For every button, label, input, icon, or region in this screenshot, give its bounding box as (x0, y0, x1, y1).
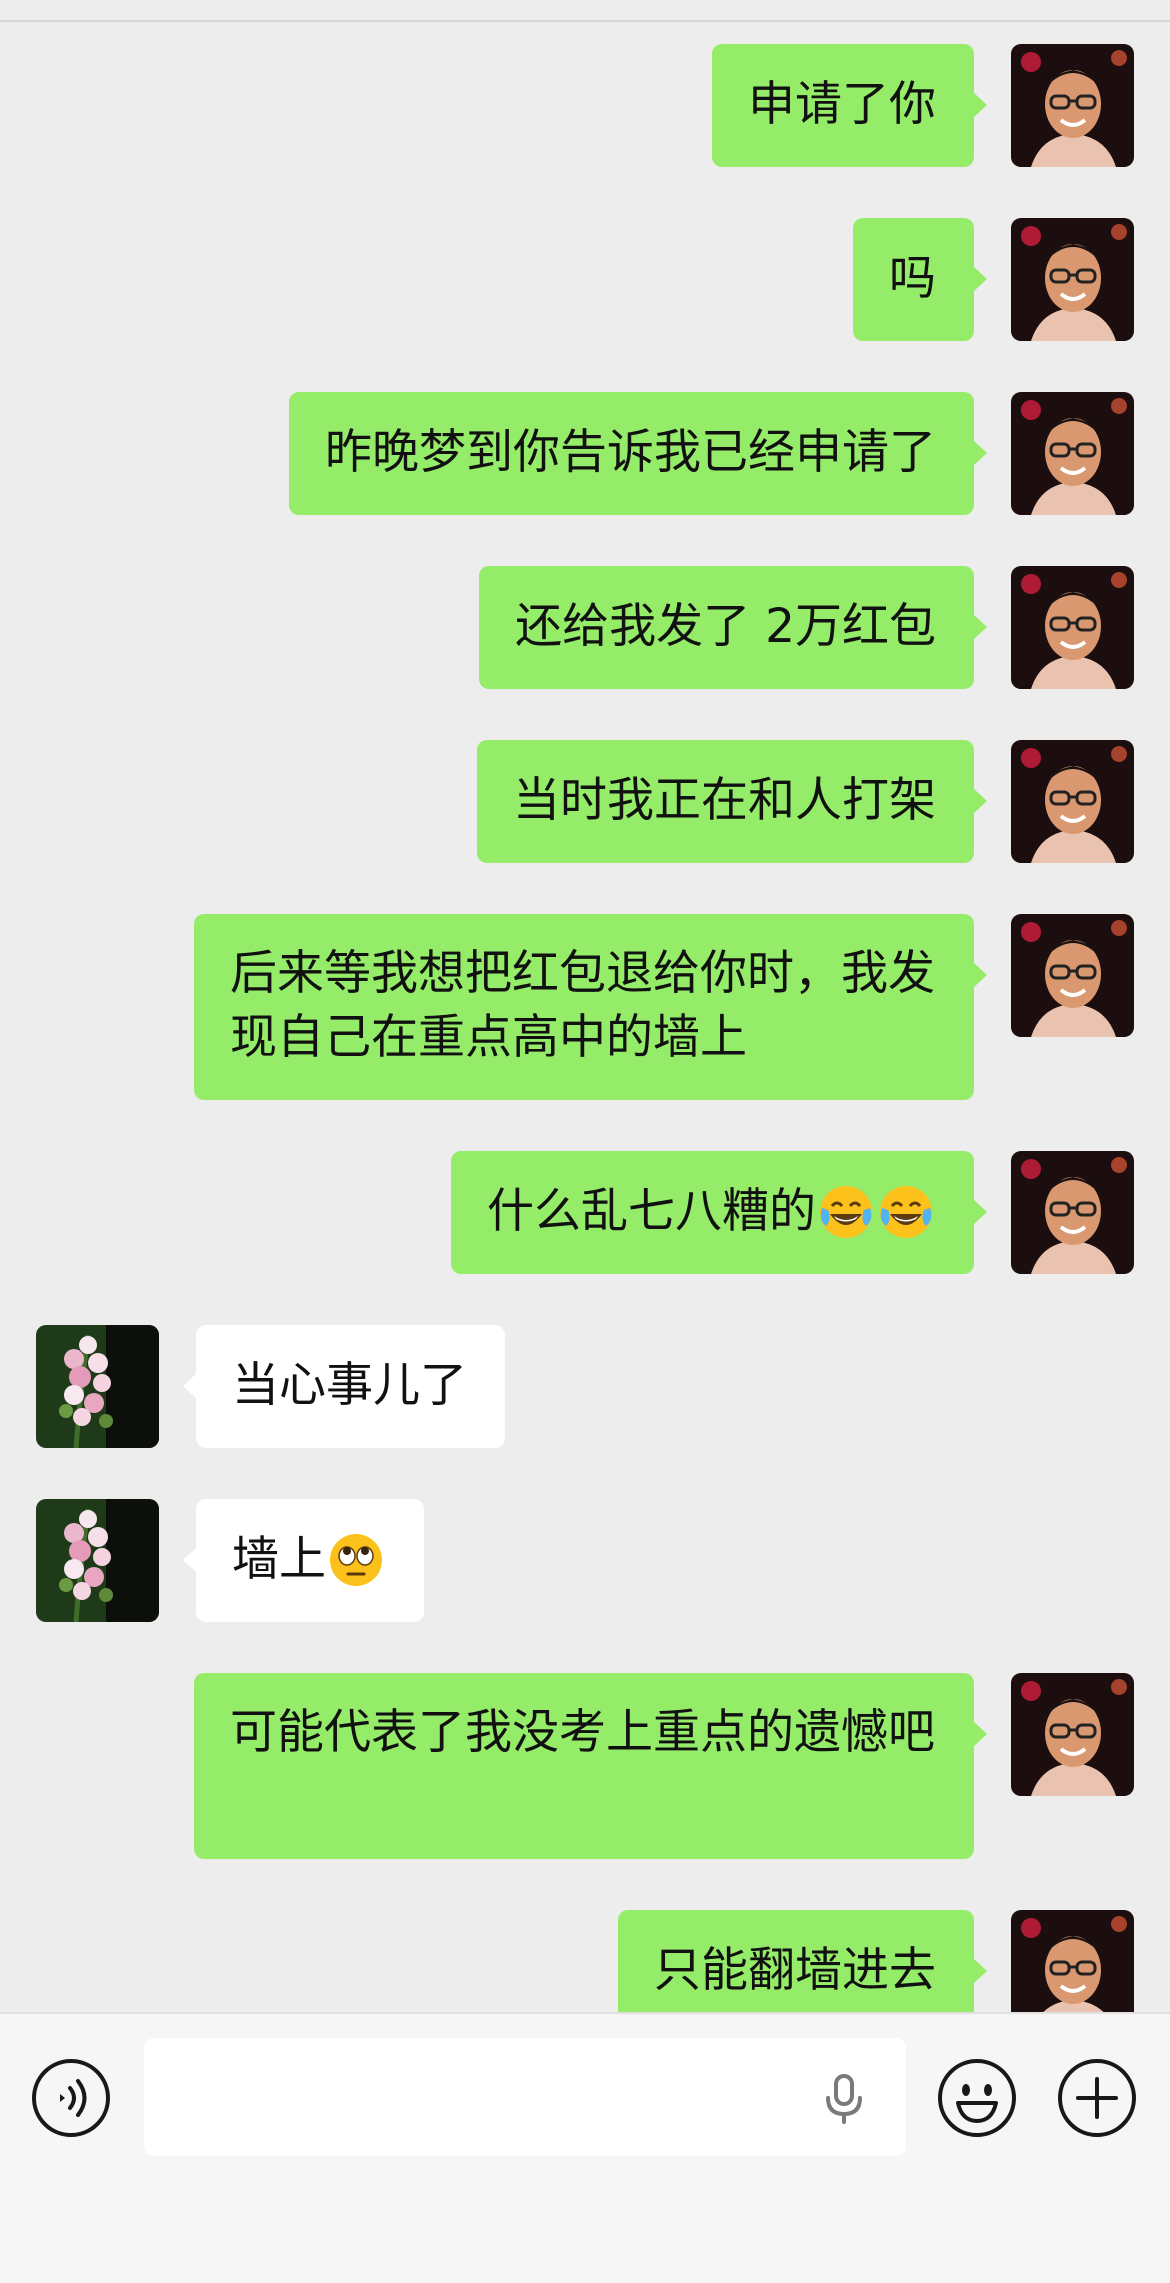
contact-avatar-image (36, 1499, 159, 1622)
message-bubble-sent[interactable]: 可能代表了我没考上重点的遗憾吧 (194, 1673, 987, 1859)
message-bubble-sent[interactable]: 还给我发了 2万红包 (479, 566, 987, 689)
message-text: 什么乱七八糟的 (487, 1184, 816, 1239)
emoji-button[interactable] (936, 2057, 1018, 2139)
my-avatar-image (1011, 44, 1134, 167)
my-avatar[interactable] (1011, 914, 1134, 1037)
chat-message-list[interactable]: 申请了你 吗 昨晚梦到你告诉我已经申请了 还给我发了 2万红包 当时我正在和人打… (0, 0, 1170, 2012)
my-avatar-image (1011, 1910, 1134, 2012)
tears-of-joy-emoji (816, 1182, 876, 1242)
message-text: 后来等我想把红包退给你时，我发现自己在重点高中的墙上 (230, 946, 935, 1065)
message-bubble-sent[interactable]: 当时我正在和人打架 (477, 740, 987, 863)
my-avatar-image (1011, 218, 1134, 341)
tears-of-joy-emoji (876, 1182, 936, 1242)
my-avatar[interactable] (1011, 1151, 1134, 1274)
emoji-smile-icon (938, 2059, 1016, 2137)
message-bubble-received[interactable]: 墙上 (183, 1499, 424, 1622)
message-bubble-sent[interactable]: 吗 (853, 218, 987, 341)
microphone-icon[interactable] (814, 2068, 874, 2128)
message-text: 吗 (889, 251, 936, 306)
message-text: 只能翻墙进去 (654, 1943, 936, 1998)
message-text: 可能代表了我没考上重点的遗憾吧 (230, 1705, 935, 1760)
my-avatar[interactable] (1011, 392, 1134, 515)
my-avatar-image (1011, 566, 1134, 689)
message-bubble-sent[interactable]: 只能翻墙进去 (618, 1910, 987, 2012)
contact-avatar[interactable] (36, 1325, 159, 1448)
voice-icon (32, 2059, 110, 2137)
my-avatar[interactable] (1011, 566, 1134, 689)
contact-avatar[interactable] (36, 1499, 159, 1622)
my-avatar-image (1011, 392, 1134, 515)
my-avatar[interactable] (1011, 1910, 1134, 2012)
message-text: 昨晚梦到你告诉我已经申请了 (325, 425, 936, 480)
my-avatar[interactable] (1011, 218, 1134, 341)
voice-button[interactable] (30, 2057, 112, 2139)
my-avatar-image (1011, 1151, 1134, 1274)
plus-icon (1058, 2059, 1136, 2137)
my-avatar[interactable] (1011, 44, 1134, 167)
contact-avatar-image (36, 1325, 159, 1448)
message-text-field[interactable] (144, 2038, 906, 2158)
plus-button[interactable] (1056, 2057, 1138, 2139)
message-text: 申请了你 (748, 77, 936, 132)
my-avatar[interactable] (1011, 1673, 1134, 1796)
message-text: 墙上 (232, 1532, 326, 1587)
my-avatar-image (1011, 1673, 1134, 1796)
message-bubble-sent[interactable]: 后来等我想把红包退给你时，我发现自己在重点高中的墙上 (194, 914, 987, 1100)
message-bubble-sent[interactable]: 昨晚梦到你告诉我已经申请了 (289, 392, 987, 515)
message-bubble-received[interactable]: 当心事儿了 (183, 1325, 505, 1448)
my-avatar-image (1011, 740, 1134, 863)
message-text: 当心事儿了 (232, 1358, 467, 1413)
message-text: 还给我发了 2万红包 (515, 599, 936, 654)
message-bubble-sent[interactable]: 什么乱七八糟的 (451, 1151, 987, 1274)
message-input[interactable] (168, 2038, 812, 2158)
my-avatar[interactable] (1011, 740, 1134, 863)
message-bubble-sent[interactable]: 申请了你 (712, 44, 987, 167)
message-input-bar (0, 2012, 1170, 2283)
message-text: 当时我正在和人打架 (513, 773, 936, 828)
my-avatar-image (1011, 914, 1134, 1037)
rolling-eyes-emoji (326, 1530, 386, 1590)
